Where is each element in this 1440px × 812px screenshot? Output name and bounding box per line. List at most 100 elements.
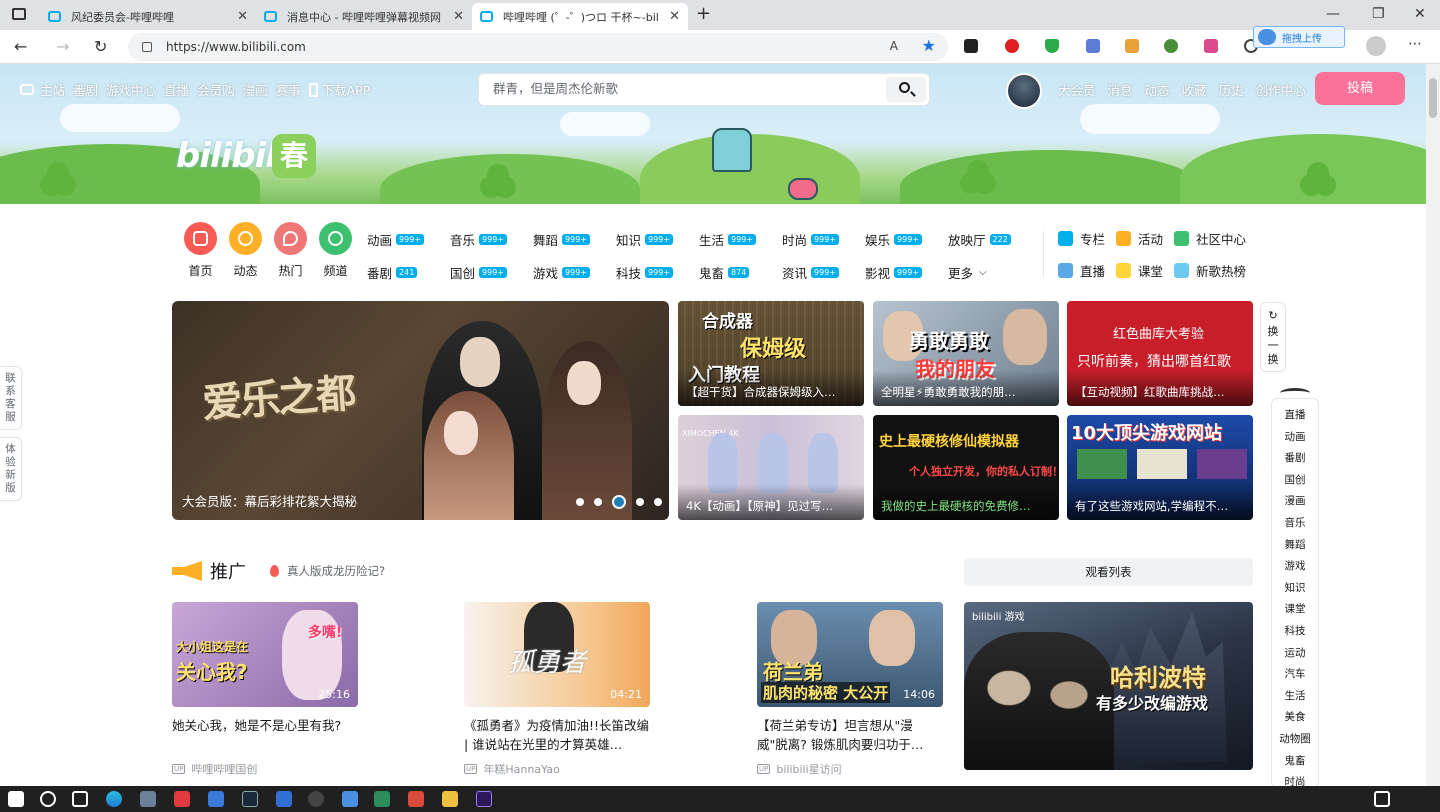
app-icon[interactable] — [408, 791, 424, 807]
channel-link[interactable]: 动画 999+ — [367, 230, 450, 249]
upload-button[interactable]: 投稿 — [1315, 72, 1405, 105]
elevator-item[interactable]: 音乐 — [1272, 513, 1318, 535]
cloud-app-icon[interactable] — [342, 791, 358, 807]
more-menu-icon[interactable]: ⋯ — [1408, 36, 1422, 52]
forward-icon[interactable]: → — [56, 37, 69, 56]
carousel-dot[interactable] — [576, 498, 584, 506]
rec-card[interactable]: 合成器 保姆级 入门教程 【超干货】合成器保姆级入… — [678, 301, 864, 406]
task-view-icon[interactable] — [72, 791, 88, 807]
nav-download-app[interactable]: 下载APP — [322, 80, 371, 99]
rec-card[interactable]: XIMOCHEN 4K 4K【动画】【原神】见过写… — [678, 415, 864, 520]
rec-card[interactable]: 勇敢勇敢 我的朋友 全明星⚡勇敢勇敢我的朋… — [873, 301, 1059, 406]
channel-channels[interactable]: 频道 — [313, 222, 358, 279]
favorite-star-icon[interactable]: ★ — [922, 36, 936, 55]
nav-history[interactable]: 历史 — [1219, 80, 1244, 99]
elevator-item[interactable]: 舞蹈 — [1272, 535, 1318, 557]
keyboard-icon[interactable] — [1374, 791, 1390, 807]
channel-popular[interactable]: 热门 — [268, 222, 313, 279]
channel-dynamics[interactable]: 动态 — [223, 222, 268, 279]
channel-link[interactable]: 资讯 999+ — [782, 263, 865, 282]
profile-avatar-icon[interactable] — [1366, 36, 1386, 56]
drag-upload-widget[interactable]: 拖拽上传 — [1253, 26, 1345, 48]
channel-link[interactable]: 国创 999+ — [450, 263, 533, 282]
watchlist-button[interactable]: 观看列表 — [964, 558, 1253, 586]
elevator-item[interactable]: 运动 — [1272, 643, 1318, 665]
app-icon[interactable] — [308, 791, 324, 807]
close-tab-icon[interactable]: ✕ — [237, 9, 248, 24]
nav-messages[interactable]: 消息 — [1108, 80, 1133, 99]
browser-tab[interactable]: 消息中心 - 哔哩哔哩弹幕视频网 ✕ — [256, 3, 472, 30]
channel-link[interactable]: 鬼畜 874 — [699, 263, 782, 282]
channel-link[interactable]: 音乐 999+ — [450, 230, 533, 249]
video-title[interactable]: 她关心我，她是不是心里有我? — [172, 716, 358, 754]
lock-icon[interactable] — [142, 42, 152, 52]
elevator-item[interactable]: 生活 — [1272, 686, 1318, 708]
channel-link[interactable]: 娱乐 999+ — [865, 230, 948, 249]
new-tab-button[interactable]: + — [696, 3, 711, 24]
extra-link-live[interactable]: 直播 — [1058, 261, 1116, 280]
video-card[interactable]: 大小姐这是在 关心我? 多嘴! 25:16 她关心我，她是不是心里有我? UP 哔… — [172, 602, 358, 777]
promo-hot-link[interactable]: 真人版成龙历险记? — [287, 563, 385, 579]
channel-link[interactable]: 科技 999+ — [616, 263, 699, 282]
video-thumbnail[interactable]: 荷兰弟 肌肉的秘密 大公开 14:06 — [757, 602, 943, 707]
elevator-item[interactable]: 动画 — [1272, 427, 1318, 449]
extension-icon[interactable] — [1086, 39, 1100, 53]
read-aloud-icon[interactable]: A — [890, 39, 898, 53]
elevator-item[interactable]: 番剧 — [1272, 448, 1318, 470]
video-card[interactable]: 荷兰弟 肌肉的秘密 大公开 14:06 【荷兰弟专访】坦言想从"漫威"脱离? 锻… — [757, 602, 943, 777]
contact-support-tab[interactable]: 联系客服 — [0, 366, 22, 430]
video-uploader[interactable]: UP bilibili星访问 — [757, 761, 943, 777]
extension-icon[interactable] — [1204, 39, 1218, 53]
nav-mall[interactable]: 会员购 — [197, 80, 235, 99]
browser-tab[interactable]: 风纪委员会-哔哩哔哩 ✕ — [40, 3, 256, 30]
nav-game-center[interactable]: 游戏中心 — [106, 80, 156, 99]
edge-browser-icon[interactable] — [106, 791, 122, 807]
extra-link-activity[interactable]: 活动 — [1116, 229, 1174, 248]
app-icon[interactable] — [276, 791, 292, 807]
elevator-item[interactable]: 漫画 — [1272, 491, 1318, 513]
nav-manga[interactable]: 漫画 — [243, 80, 268, 99]
extension-icon[interactable] — [1164, 39, 1178, 53]
swap-button[interactable]: ↻ 换一换 — [1260, 302, 1286, 372]
try-new-version-tab[interactable]: 体验新版 — [0, 437, 22, 501]
carousel-dot[interactable] — [636, 498, 644, 506]
channel-link[interactable]: 番剧 241 — [367, 263, 450, 282]
elevator-item[interactable]: 国创 — [1272, 470, 1318, 492]
promo-ad-banner[interactable]: bilibili 游戏 哈利波特 有多少改编游戏 — [964, 602, 1253, 770]
nav-bangumi[interactable]: 番剧 — [73, 80, 98, 99]
app-icon[interactable] — [208, 791, 224, 807]
extra-link-column[interactable]: 专栏 — [1058, 229, 1116, 248]
extension-icon[interactable] — [1125, 39, 1139, 53]
elevator-item[interactable]: 知识 — [1272, 578, 1318, 600]
search-icon[interactable] — [40, 791, 56, 807]
video-thumbnail[interactable]: 大小姐这是在 关心我? 多嘴! 25:16 — [172, 602, 358, 707]
extra-link-classroom[interactable]: 课堂 — [1116, 261, 1174, 280]
elevator-item[interactable]: 科技 — [1272, 621, 1318, 643]
close-window-icon[interactable]: ✕ — [1414, 6, 1426, 22]
minimize-icon[interactable]: — — [1326, 6, 1340, 22]
channel-link[interactable]: 游戏 999+ — [533, 263, 616, 282]
app-icon[interactable] — [374, 791, 390, 807]
elevator-item[interactable]: 直播 — [1272, 405, 1318, 427]
rec-card[interactable]: 史上最硬核修仙模拟器 个人独立开发，你的私人订制！ 我做的史上最硬核的免费修… — [873, 415, 1059, 520]
channel-link[interactable]: 知识 999+ — [616, 230, 699, 249]
channel-link[interactable]: 舞蹈 999+ — [533, 230, 616, 249]
app-icon[interactable] — [140, 791, 156, 807]
nav-esports[interactable]: 赛事 — [276, 80, 301, 99]
steam-icon[interactable] — [242, 791, 258, 807]
bilibili-logo[interactable]: bilibili — [176, 136, 288, 176]
reload-icon[interactable]: ↻ — [94, 37, 107, 56]
nav-dynamics[interactable]: 动态 — [1145, 80, 1170, 99]
search-button[interactable] — [886, 77, 926, 102]
scrollbar-thumb[interactable] — [1429, 78, 1437, 118]
nav-favorites[interactable]: 收藏 — [1182, 80, 1207, 99]
user-avatar[interactable] — [1006, 73, 1042, 109]
address-bar[interactable]: https://www.bilibili.com A ★ — [128, 33, 948, 61]
carousel-dot[interactable] — [594, 498, 602, 506]
app-icon[interactable] — [174, 791, 190, 807]
elevator-item[interactable]: 动物圈 — [1272, 729, 1318, 751]
channel-link[interactable]: 放映厅 222 — [948, 230, 1031, 249]
premiere-icon[interactable] — [476, 791, 492, 807]
elevator-item[interactable]: 鬼畜 — [1272, 751, 1318, 773]
elevator-item[interactable]: 汽车 — [1272, 664, 1318, 686]
